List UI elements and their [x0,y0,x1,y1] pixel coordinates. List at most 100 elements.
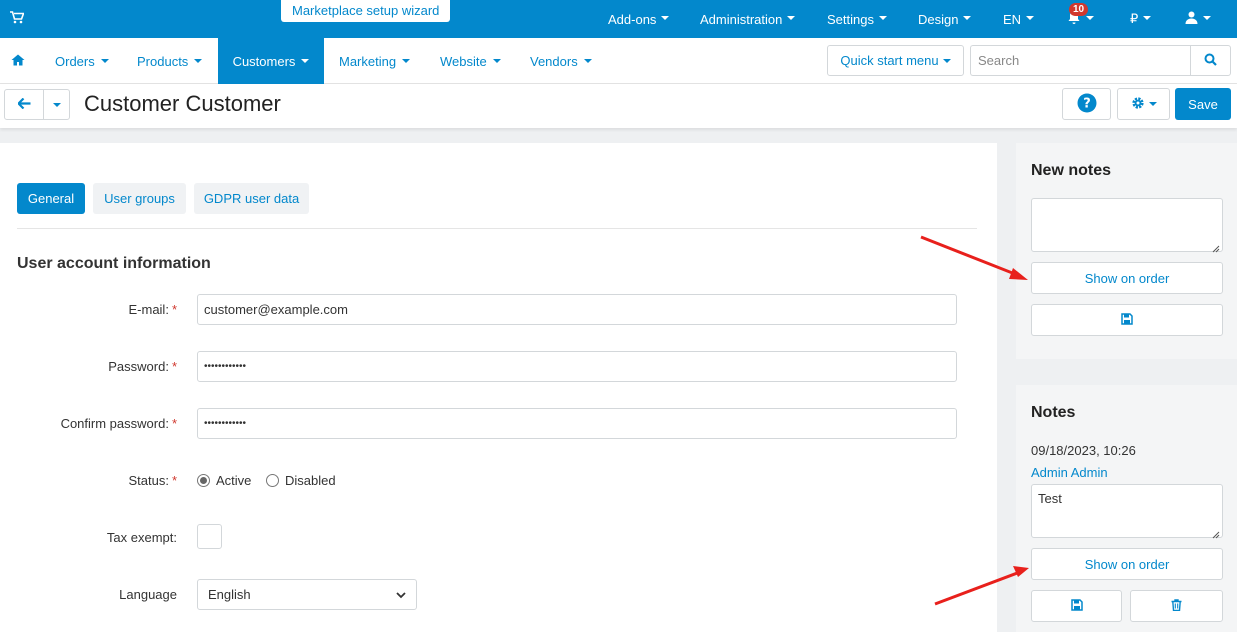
nav-customers[interactable]: Customers [218,38,324,84]
arrow-left-icon [16,97,31,112]
tabs-divider [17,228,977,229]
tab-gdpr-user-data[interactable]: GDPR user data [194,183,309,214]
resize-grip-icon[interactable] [1212,241,1220,253]
annotation-arrow-icon [920,235,1028,280]
save-button[interactable]: Save [1175,88,1231,120]
nav-marketing[interactable]: Marketing [339,38,411,84]
tab-general[interactable]: General [17,183,85,214]
search-button[interactable] [1190,45,1231,76]
settings-menu-label: Settings [827,11,874,27]
chevron-down-icon [194,59,203,63]
email-label: E-mail: * [0,302,177,317]
note-show-on-order-button[interactable]: Show on order [1031,548,1223,580]
confirm-password-label: Confirm password: * [0,416,177,431]
nav-products-label: Products [137,53,189,69]
tab-user-groups[interactable]: User groups [93,183,186,214]
search-icon [1204,53,1217,69]
page-title: Customer Customer [84,91,281,116]
annotation-arrow-icon [934,566,1029,606]
chevron-down-icon [301,59,310,63]
nav-products[interactable]: Products [137,38,203,84]
floppy-disk-icon [1070,598,1083,614]
radio-checked-icon [197,474,210,487]
settings-menu[interactable]: Settings [827,0,887,38]
status-label-text: Status: [128,473,169,488]
administration-menu[interactable]: Administration [700,0,796,38]
email-field[interactable]: customer@example.com [197,294,957,325]
section-title: User account information [17,255,211,272]
nav-customers-label: Customers [232,53,296,69]
quick-start-menu-button[interactable]: Quick start menu [827,45,964,76]
required-mark: * [171,302,177,317]
administration-menu-label: Administration [700,11,783,27]
language-label: Language [119,587,177,602]
design-menu-label: Design [918,11,959,27]
nav-orders[interactable]: Orders [55,38,109,84]
user-icon [1185,11,1198,27]
cart-icon[interactable] [10,11,26,25]
password-field[interactable]: •••••••••••• [197,351,957,382]
user-menu[interactable] [1185,0,1211,38]
new-notes-title: New notes [1031,162,1112,179]
chevron-down-icon [1026,16,1035,20]
tax-exempt-label: Tax exempt: [106,530,177,545]
language-select-value: English [208,587,251,602]
note-textarea[interactable]: Test [1031,484,1223,539]
status-disabled-radio[interactable]: Disabled [266,473,336,488]
required-mark: * [171,473,177,488]
chevron-down-icon [787,16,796,20]
help-button[interactable]: ? [1062,88,1111,120]
note-delete-button[interactable] [1130,590,1223,622]
chevron-down-icon [1143,16,1152,20]
quick-start-label: Quick start menu [840,53,939,68]
nav-vendors-label: Vendors [530,53,578,69]
chevron-down-icon [100,59,109,63]
note-text: Test [1038,491,1062,506]
status-label: Status: * [0,473,177,488]
chevron-down-icon [52,102,61,107]
email-label-text: E-mail: [128,302,169,317]
new-note-show-on-order-button[interactable]: Show on order [1031,262,1223,294]
chevron-down-icon [1148,102,1157,106]
note-save-button[interactable] [1031,590,1122,622]
chevron-down-icon [878,16,887,20]
top-bar: Marketplace setup wizard Add-ons Adminis… [0,0,1237,38]
status-active-label: Active [216,473,252,488]
marketplace-wizard-button[interactable]: Marketplace setup wizard [281,0,451,22]
nav-website-label: Website [440,53,487,69]
language-menu-label: EN [1003,11,1022,27]
notes-panel: Notes 09/18/2023, 10:26 Admin Admin Test… [1016,385,1237,632]
note-author-link[interactable]: Admin Admin [1031,465,1108,480]
language-menu[interactable]: EN [1003,0,1035,38]
design-menu[interactable]: Design [918,0,972,38]
radio-unchecked-icon [266,474,279,487]
nav-orders-label: Orders [55,53,95,69]
settings-dropdown-button[interactable] [1117,88,1170,120]
tax-exempt-checkbox[interactable] [197,524,222,549]
confirm-password-field[interactable]: •••••••••••• [197,408,957,439]
nav-website[interactable]: Website [440,38,501,84]
customer-form-panel: General User groups GDPR user data User … [0,143,997,632]
addons-menu[interactable]: Add-ons [608,0,670,38]
currency-menu[interactable]: ₽ [1130,0,1152,38]
chevron-down-icon [402,59,411,63]
home-link[interactable] [11,38,25,84]
new-note-textarea[interactable] [1031,198,1223,253]
main-nav-bar: Orders Products Customers Marketing Webs… [0,38,1237,84]
status-active-radio[interactable]: Active [197,473,251,488]
addons-menu-label: Add-ons [608,11,657,27]
chevron-down-icon [963,16,972,20]
floppy-disk-icon [1121,312,1133,328]
resize-grip-icon[interactable] [1212,527,1220,539]
nav-vendors[interactable]: Vendors [530,38,592,84]
gear-icon [1131,96,1145,113]
chevron-down-icon [583,59,592,63]
chevron-down-icon [942,58,951,63]
back-button[interactable] [4,89,44,120]
language-select[interactable]: English [197,579,417,610]
back-history-dropdown[interactable] [43,89,70,120]
status-disabled-label: Disabled [285,473,336,488]
new-note-save-button[interactable] [1031,304,1223,336]
search-input[interactable] [970,45,1191,76]
chevron-down-icon [492,59,501,63]
